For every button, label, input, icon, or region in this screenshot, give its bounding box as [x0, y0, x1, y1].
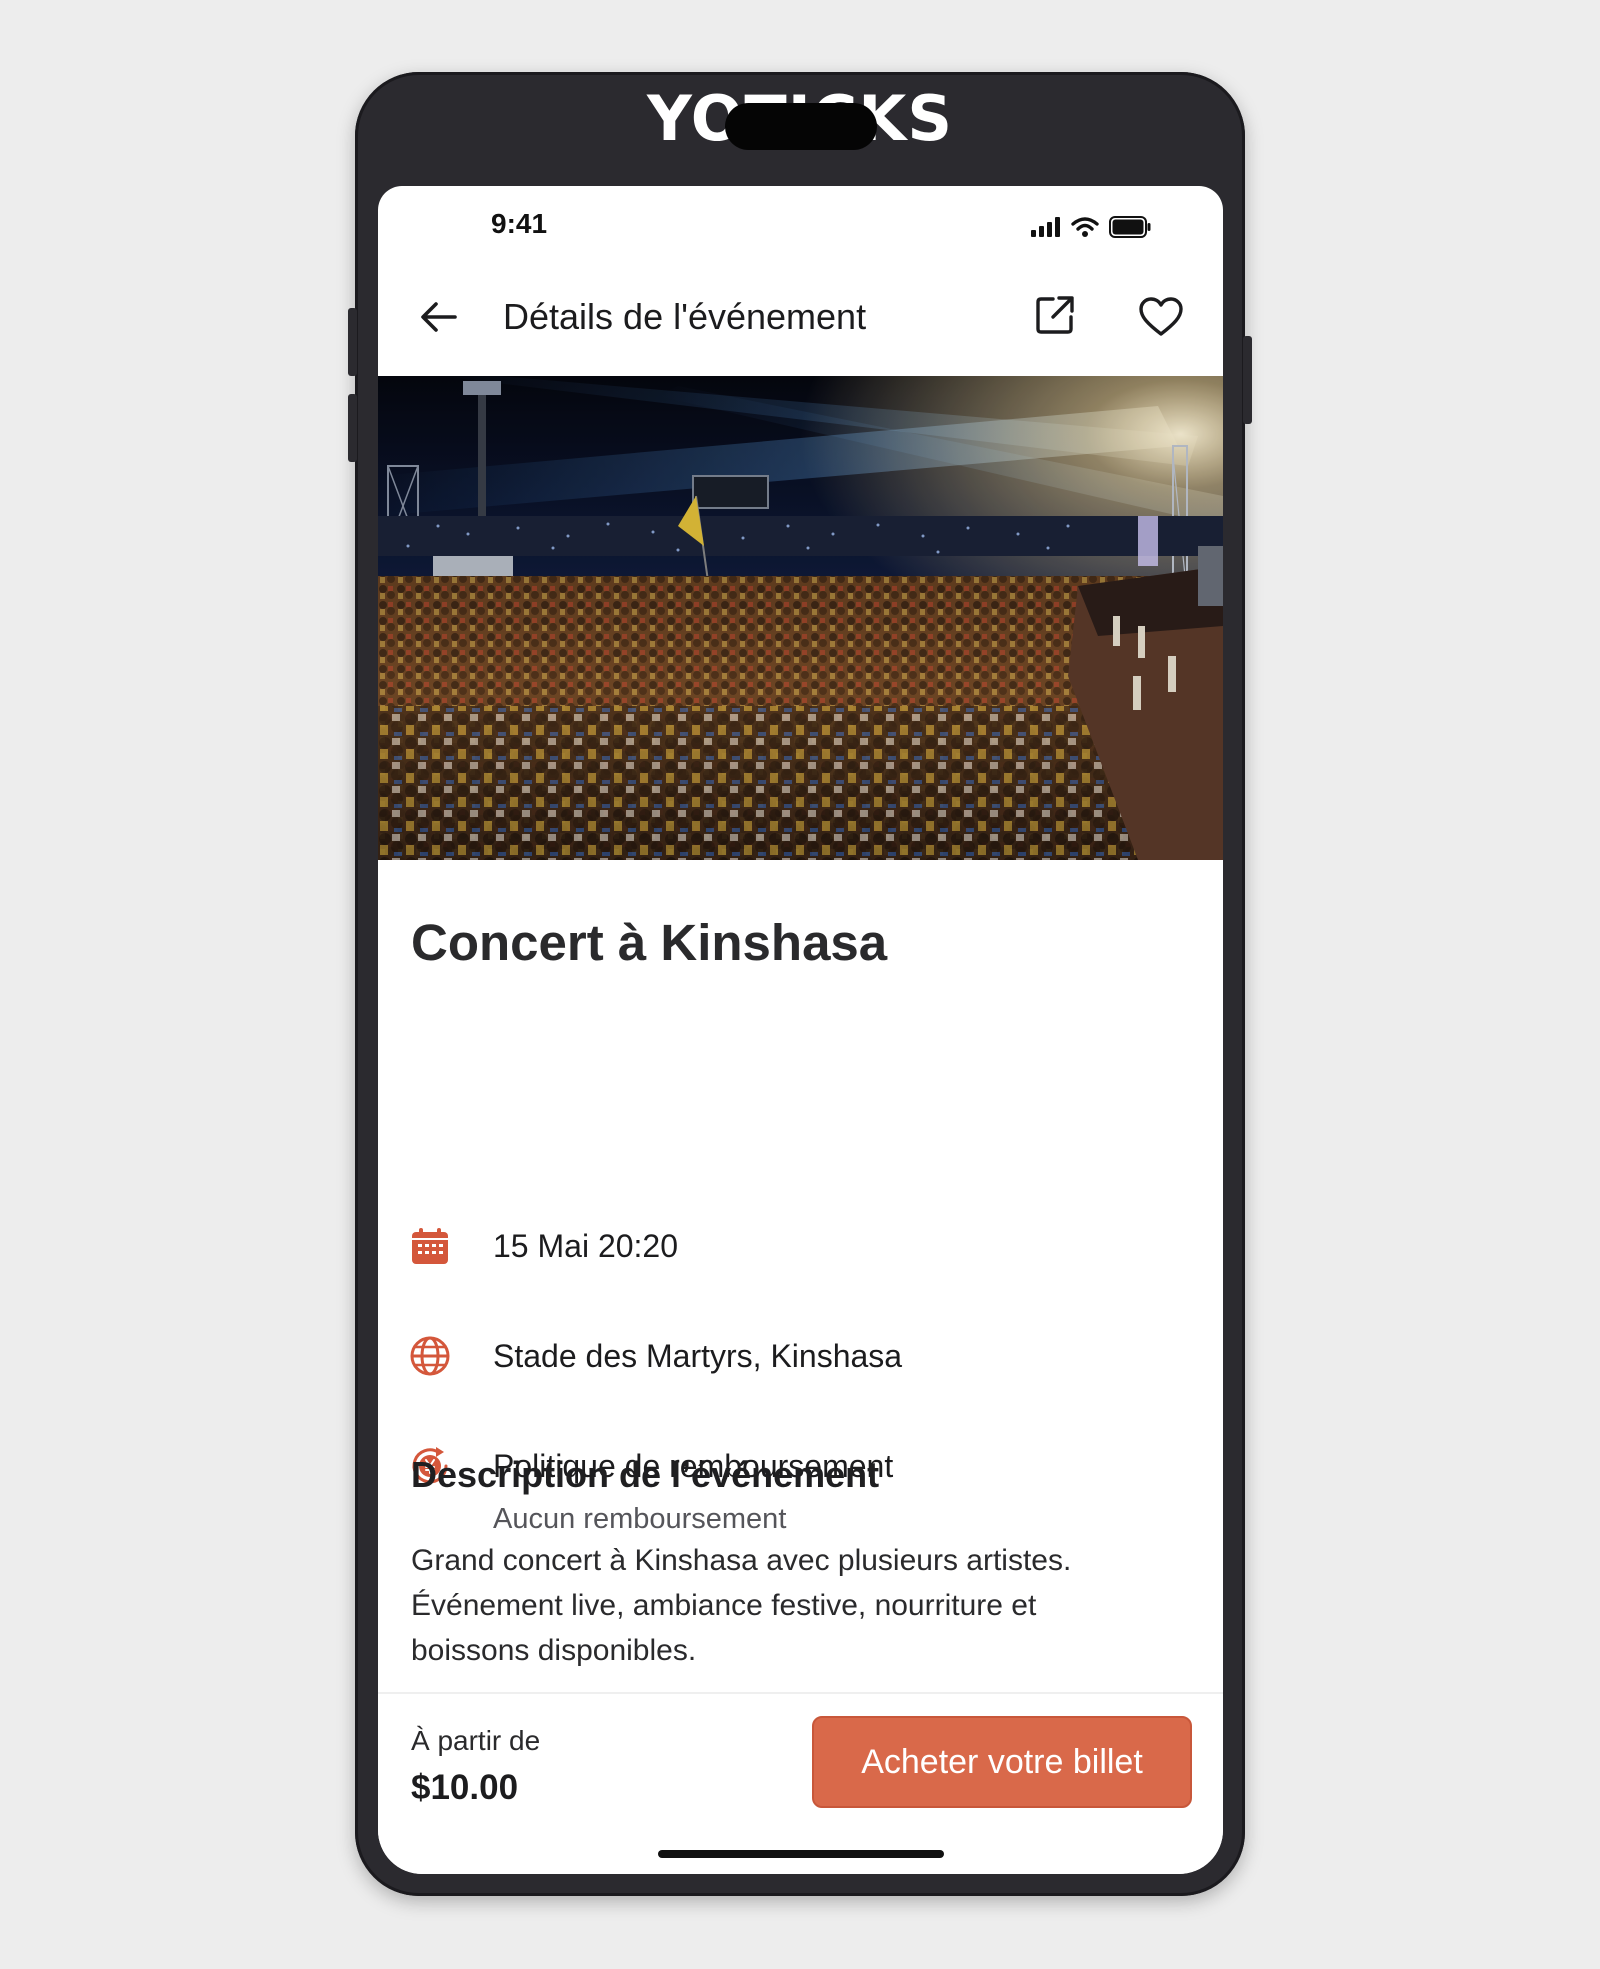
calendar-icon	[408, 1224, 452, 1268]
event-location: Stade des Martyrs, Kinshasa	[493, 1338, 903, 1374]
ticket-price: $10.00	[411, 1768, 519, 1807]
dynamic-island	[725, 103, 877, 150]
refund-policy-value: Aucun remboursement	[493, 1503, 787, 1535]
status-time: 9:41	[491, 208, 548, 239]
globe-icon	[408, 1334, 452, 1378]
buy-ticket-button[interactable]: Acheter votre billet	[812, 1716, 1192, 1808]
description-heading: Description de l’événement	[411, 1454, 880, 1495]
heart-icon	[1139, 297, 1183, 336]
event-title: Concert à Kinshasa	[411, 914, 888, 971]
page-title: Détails de l'événement	[503, 296, 867, 337]
favorite-button[interactable]	[1134, 290, 1188, 344]
share-button[interactable]	[1030, 290, 1080, 340]
purchase-bar: À partir de $10.00 Acheter votre billet	[378, 1692, 1223, 1874]
description-line: Événement live, ambiance festive, nourri…	[411, 1589, 1037, 1622]
price-label: À partir de	[411, 1725, 541, 1756]
wifi-icon	[1071, 216, 1099, 243]
description-body: Grand concert à Kinshasa avec plusieurs …	[411, 1538, 1171, 1673]
app-screen: 9:41 Détails de l'événement Concert à Ki…	[378, 186, 1223, 1874]
status-bar: 9:41	[378, 186, 1223, 272]
arrow-left-icon	[421, 302, 457, 332]
event-date: 15 Mai 20:20	[493, 1228, 679, 1264]
navigation-bar: Détails de l'événement	[378, 272, 1223, 362]
share-external-icon	[1036, 296, 1074, 334]
power-button	[1243, 336, 1252, 424]
cellular-signal-icon	[1031, 217, 1061, 242]
volume-up-button	[348, 308, 357, 376]
volume-down-button	[348, 394, 357, 462]
event-hero-image	[378, 376, 1223, 860]
home-indicator[interactable]	[658, 1850, 944, 1858]
back-button[interactable]	[416, 294, 462, 340]
status-icons	[1031, 216, 1151, 243]
description-line: Grand concert à Kinshasa avec plusieurs …	[411, 1544, 1072, 1577]
description-line: boissons disponibles.	[411, 1634, 697, 1667]
battery-icon	[1109, 216, 1151, 243]
